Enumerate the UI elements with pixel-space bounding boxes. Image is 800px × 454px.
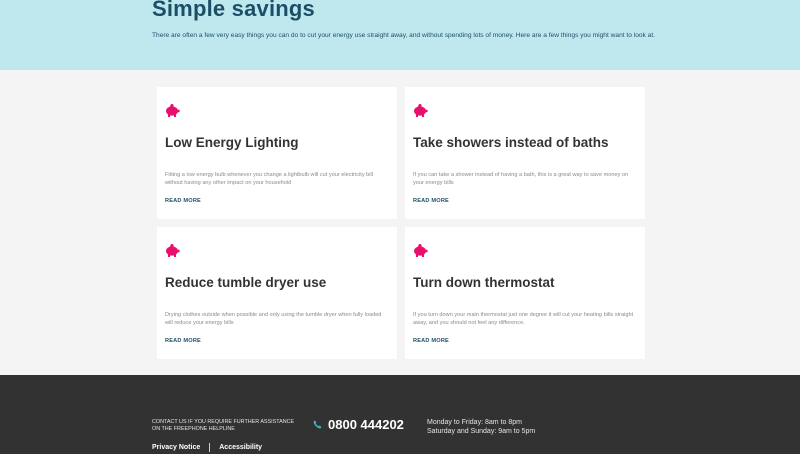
card-description: If you turn down your main thermostat ju… xyxy=(413,312,634,326)
opening-hours: Monday to Friday: 8am to 8pm Saturday an… xyxy=(427,418,535,436)
card-title: Low Energy Lighting xyxy=(165,135,299,150)
piggy-bank-icon xyxy=(166,104,180,117)
tip-card-thermostat: Turn down thermostat If you turn down yo… xyxy=(405,227,645,359)
piggy-bank-icon xyxy=(414,104,428,117)
helpline-phone-number[interactable]: 0800 444202 xyxy=(328,417,404,432)
tips-grid: Low Energy Lighting Fitting a low energy… xyxy=(0,0,800,370)
phone-icon xyxy=(313,420,322,429)
piggy-bank-icon xyxy=(166,244,180,257)
read-more-link[interactable]: READ MORE xyxy=(413,338,449,344)
card-title: Turn down thermostat xyxy=(413,275,555,290)
read-more-link[interactable]: READ MORE xyxy=(165,198,201,204)
tip-card-low-energy-lighting: Low Energy Lighting Fitting a low energy… xyxy=(157,87,397,219)
hours-weekend: Saturday and Sunday: 9am to 5pm xyxy=(427,428,536,435)
card-description: Drying clothes outside when possible and… xyxy=(165,312,382,326)
site-footer: CONTACT US IF YOU REQUIRE FURTHER ASSIST… xyxy=(0,375,800,454)
card-description: Fitting a low energy bulb whenever you c… xyxy=(165,172,374,186)
hours-weekday: Monday to Friday: 8am to 8pm xyxy=(427,419,522,426)
helpline-text: CONTACT US IF YOU REQUIRE FURTHER ASSIST… xyxy=(152,419,295,432)
card-title: Reduce tumble dryer use xyxy=(165,275,327,290)
read-more-link[interactable]: READ MORE xyxy=(165,338,201,344)
piggy-bank-icon xyxy=(414,244,428,257)
accessibility-link[interactable]: Accessibility xyxy=(219,444,262,451)
tip-card-showers: Take showers instead of baths If you can… xyxy=(405,87,645,219)
card-title: Take showers instead of baths xyxy=(413,135,609,150)
read-more-link[interactable]: READ MORE xyxy=(413,198,449,204)
tip-card-tumble-dryer: Reduce tumble dryer use Drying clothes o… xyxy=(157,227,397,359)
link-divider xyxy=(209,443,211,452)
footer-links: Privacy Notice Accessibility xyxy=(152,443,262,452)
card-description: If you can take a shower instead of havi… xyxy=(413,172,629,186)
privacy-notice-link[interactable]: Privacy Notice xyxy=(152,444,200,451)
